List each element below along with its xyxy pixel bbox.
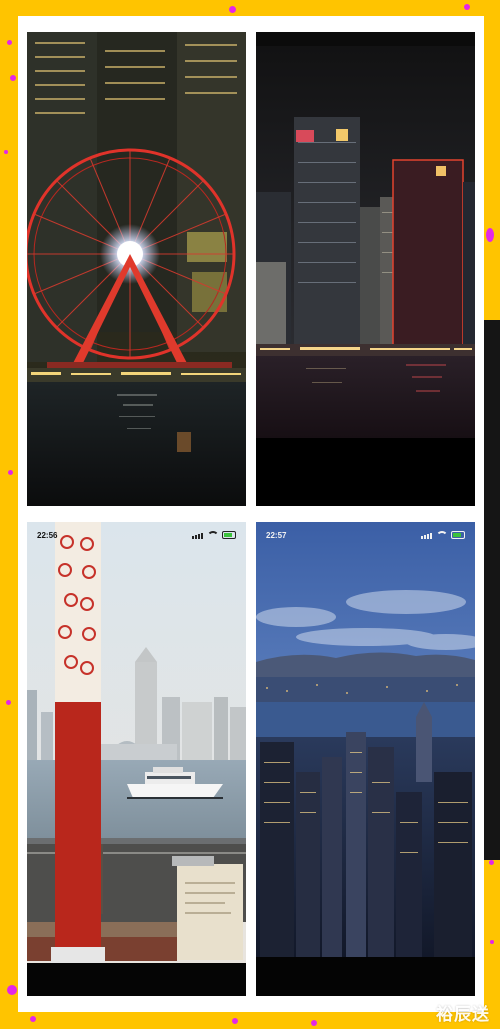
decor-dot xyxy=(490,940,494,944)
peak-view-photo: 22:57 xyxy=(256,522,475,996)
watermark-text: 裕辰送 xyxy=(436,1005,490,1024)
ferris-wheel-photo xyxy=(27,32,246,506)
torch-harbour-photo: 22:56 xyxy=(27,522,246,996)
yellow-dotted-frame: 22:56 22:57 裕辰送 xyxy=(0,0,500,1029)
skyline-night-scene xyxy=(256,32,475,506)
decor-dot xyxy=(6,700,11,705)
skyline-night-photo xyxy=(256,32,475,506)
decor-dot xyxy=(464,4,470,10)
status-icons xyxy=(192,530,236,539)
decor-dot xyxy=(7,985,17,995)
status-bar: 22:56 xyxy=(27,522,246,544)
signal-icon xyxy=(421,530,433,539)
decor-dot xyxy=(30,1016,36,1022)
decor-dot xyxy=(311,1020,317,1026)
decor-dot xyxy=(10,75,16,81)
battery-icon xyxy=(222,530,236,539)
decor-dot xyxy=(232,1018,238,1024)
signal-icon xyxy=(192,530,204,539)
torch-harbour-scene xyxy=(27,522,246,996)
status-bar: 22:57 xyxy=(256,522,475,544)
wifi-icon xyxy=(436,530,448,539)
wifi-icon xyxy=(207,530,219,539)
decor-dot xyxy=(8,470,13,475)
status-icons xyxy=(421,530,465,539)
status-time: 22:57 xyxy=(266,531,287,540)
battery-icon xyxy=(451,530,465,539)
decor-dot xyxy=(7,40,12,45)
decor-dot xyxy=(4,150,8,154)
status-time: 22:56 xyxy=(37,531,58,540)
decor-dot xyxy=(489,860,494,865)
peak-view-scene xyxy=(256,522,475,996)
ferris-wheel-scene xyxy=(27,32,246,506)
edge-shadow xyxy=(484,320,500,860)
decor-dot xyxy=(229,6,236,13)
white-card: 22:56 22:57 xyxy=(18,16,484,1012)
decor-dot xyxy=(486,228,494,242)
